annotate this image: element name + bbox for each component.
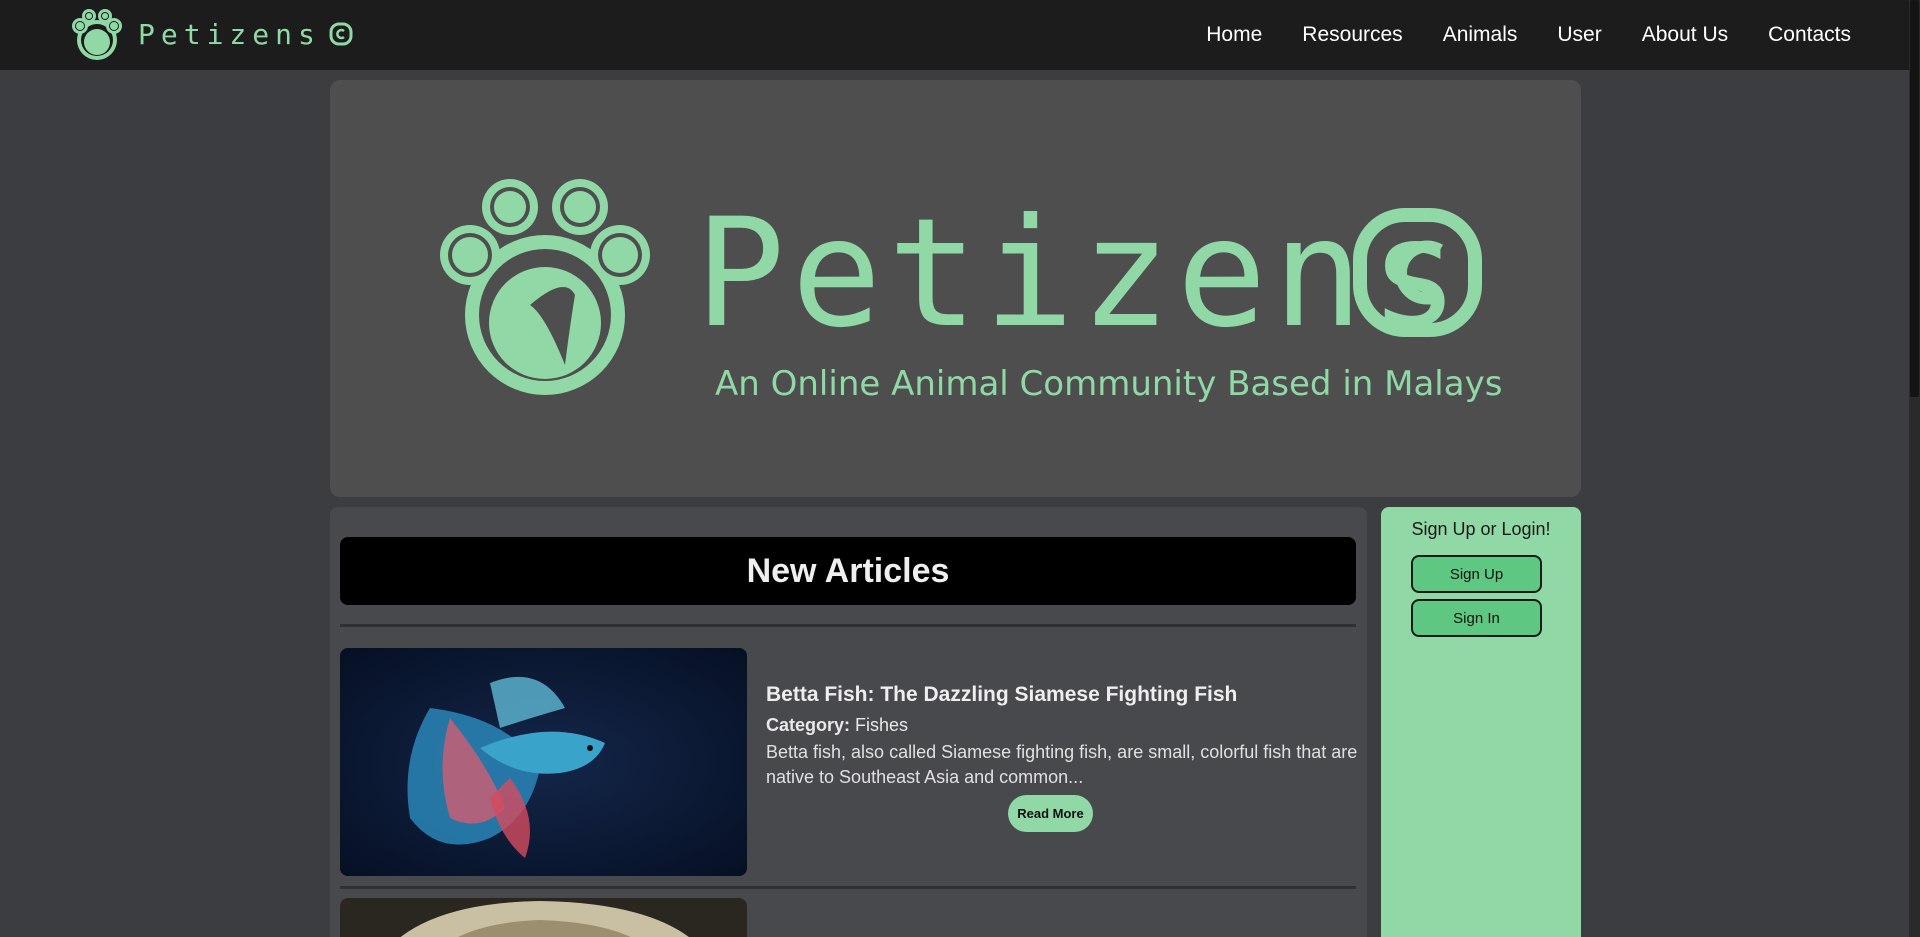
articles-panel: New Articles Betta Fish: The Dazzling Si…: [330, 507, 1367, 937]
hero-banner: Petizens An Online Animal Community Base…: [330, 80, 1581, 497]
divider: [340, 624, 1356, 627]
paw-icon: [72, 9, 122, 60]
article-image-next[interactable]: [340, 898, 747, 937]
article-image-betta-fish[interactable]: [340, 648, 747, 876]
hero-logo: Petizens An Online Animal Community Base…: [440, 179, 1505, 404]
next-article-image: [340, 898, 747, 937]
sign-in-button[interactable]: Sign In: [1411, 599, 1542, 637]
divider: [340, 886, 1356, 889]
nav-contacts[interactable]: Contacts: [1768, 23, 1851, 47]
article-card: Betta Fish: The Dazzling Siamese Fightin…: [766, 683, 1366, 790]
top-navbar: Petizens Home Resources Animals User Abo…: [0, 0, 1909, 70]
nav-user[interactable]: User: [1557, 23, 1601, 47]
page-scrollbar[interactable]: [1909, 0, 1920, 937]
articles-heading: New Articles: [746, 551, 950, 590]
scrollbar-thumb[interactable]: [1910, 0, 1919, 397]
main-nav: Home Resources Animals User About Us Con…: [1206, 0, 1851, 70]
nav-about-us[interactable]: About Us: [1642, 23, 1728, 47]
brand-logo[interactable]: Petizens: [66, 6, 353, 62]
article-category: Category: Fishes: [766, 715, 1366, 736]
article-excerpt: Betta fish, also called Siamese fighting…: [766, 742, 1358, 787]
hero-tagline: An Online Animal Community Based in Mala…: [715, 364, 1505, 404]
sign-up-button[interactable]: Sign Up: [1411, 555, 1542, 593]
nav-animals[interactable]: Animals: [1443, 23, 1518, 47]
copyright-icon: [329, 22, 353, 46]
hero-paw-icon: [440, 179, 650, 395]
betta-fish-image: [340, 648, 747, 876]
auth-title: Sign Up or Login!: [1411, 519, 1551, 539]
article-title[interactable]: Betta Fish: The Dazzling Siamese Fightin…: [766, 683, 1366, 707]
brand-name: Petizens: [138, 17, 321, 51]
nav-resources[interactable]: Resources: [1302, 23, 1402, 47]
category-value: Fishes: [855, 715, 909, 735]
articles-header: New Articles: [340, 537, 1356, 605]
auth-sidebar: Sign Up or Login! Sign Up Sign In: [1381, 507, 1581, 937]
read-more-button[interactable]: Read More: [1008, 795, 1093, 832]
category-label: Category:: [766, 715, 851, 735]
nav-home[interactable]: Home: [1206, 23, 1262, 47]
hero-title: Petizens: [695, 187, 1465, 361]
